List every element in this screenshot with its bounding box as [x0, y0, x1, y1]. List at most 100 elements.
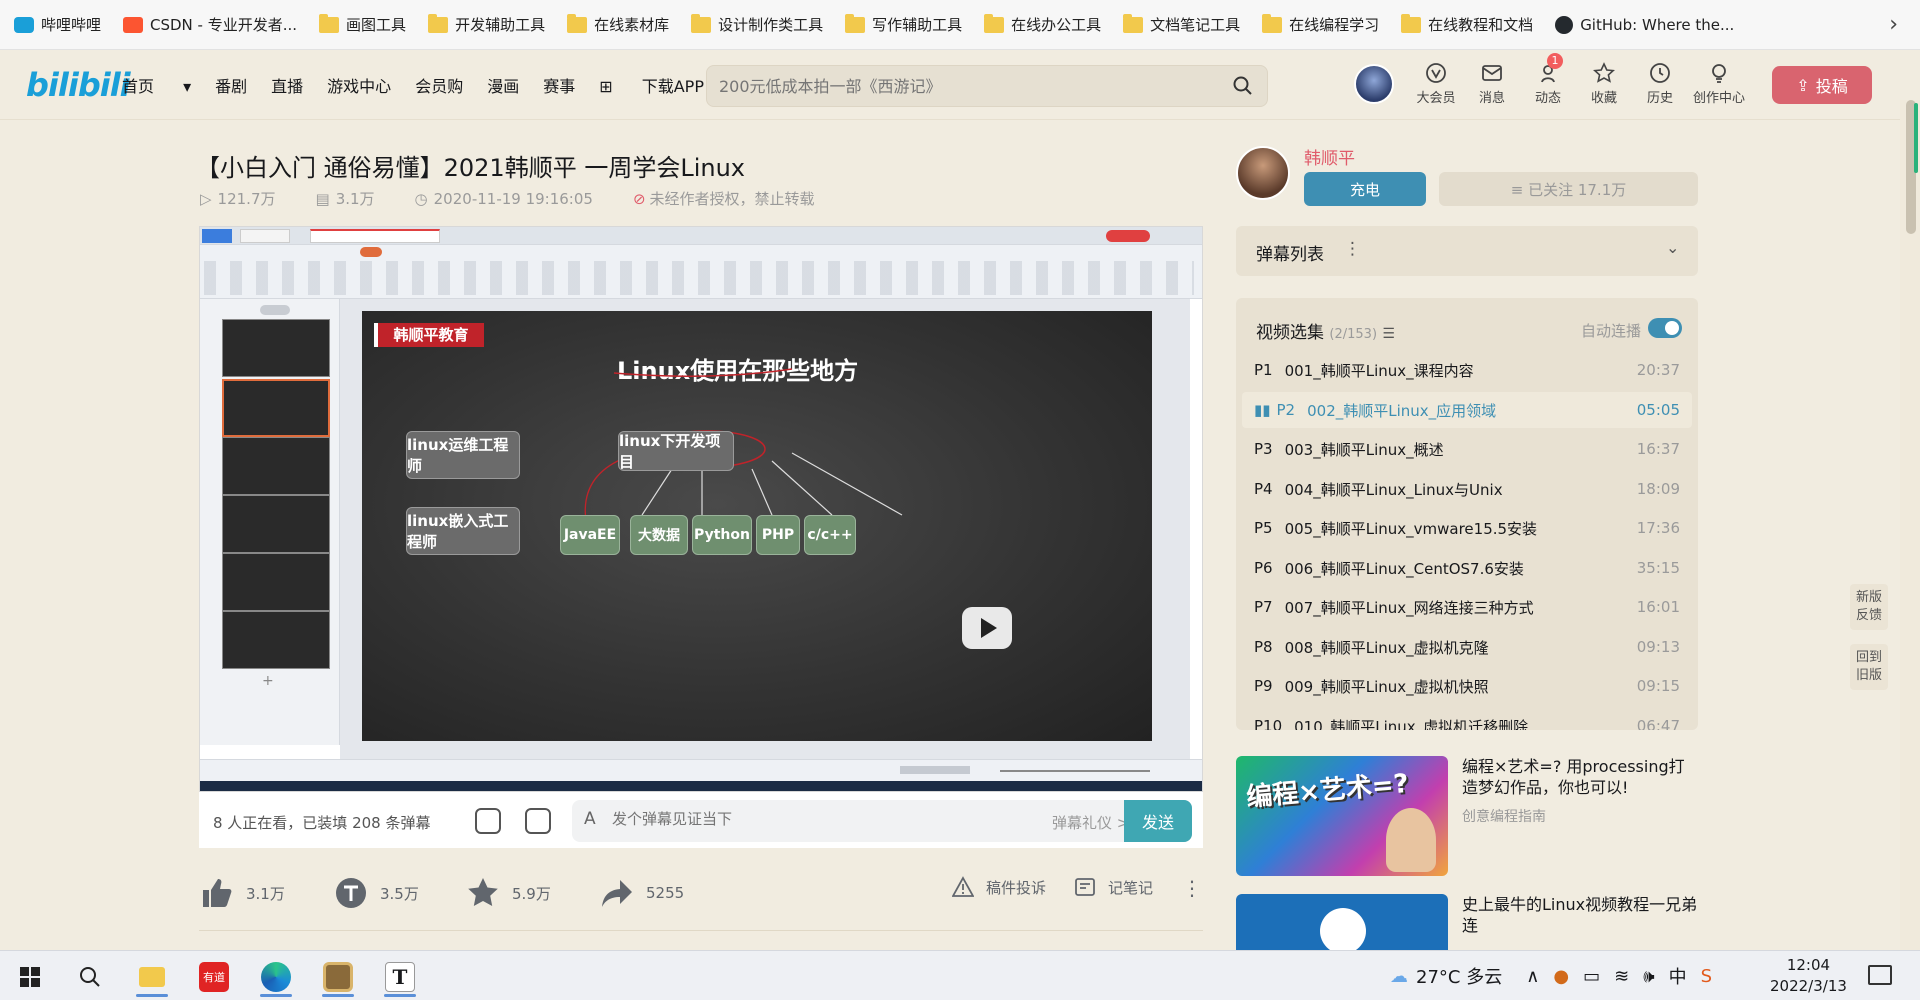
- bookmark-folder[interactable]: 写作辅助工具: [845, 13, 962, 35]
- slide-thumb[interactable]: [222, 319, 330, 377]
- header-vip[interactable]: 大会员: [1414, 62, 1458, 106]
- playlist-item[interactable]: P4 004_韩顺平Linux_Linux与Unix 18:09: [1242, 471, 1692, 507]
- header-dynamic[interactable]: 动态: [1526, 62, 1570, 106]
- nav-match[interactable]: 赛事: [543, 73, 575, 97]
- taskbar-search[interactable]: [68, 957, 112, 997]
- danmaku-input[interactable]: [612, 810, 972, 828]
- playlist-item[interactable]: P9 009_韩顺平Linux_虚拟机快照 09:15: [1242, 668, 1692, 704]
- taskbar-explorer[interactable]: [130, 957, 174, 997]
- bookmark-folder[interactable]: 在线办公工具: [984, 13, 1101, 35]
- share-button[interactable]: 5255: [600, 876, 684, 910]
- playlist-item[interactable]: P6 006_韩顺平Linux_CentOS7.6安装 35:15: [1242, 550, 1692, 586]
- nav-anime[interactable]: 番剧: [215, 73, 247, 97]
- feedback-button[interactable]: 新版反馈: [1850, 584, 1888, 630]
- wifi-icon[interactable]: ≋: [1614, 966, 1629, 987]
- coin-button[interactable]: 3.5万: [334, 876, 419, 910]
- chevron-up-icon[interactable]: ∧: [1526, 966, 1539, 987]
- playlist-item[interactable]: P10 010_韩顺平Linux_虚拟机迁移删除 06:47: [1242, 708, 1692, 730]
- bookmark-csdn[interactable]: CSDN - 专业开发者...: [123, 14, 297, 35]
- font-icon[interactable]: A: [584, 809, 596, 829]
- ime-indicator[interactable]: 中: [1669, 963, 1687, 989]
- recommend-card[interactable]: 史上最牛的Linux视频教程一兄弟连: [1236, 894, 1698, 950]
- header-creator[interactable]: 创作中心: [1690, 62, 1748, 106]
- like-button[interactable]: 3.1万: [200, 876, 285, 910]
- volume-icon[interactable]: 🕪: [1643, 966, 1654, 987]
- notification-icon[interactable]: [1868, 965, 1892, 985]
- note-button[interactable]: 记笔记: [1074, 876, 1153, 898]
- header-history[interactable]: 历史: [1638, 62, 1682, 106]
- search-input[interactable]: [719, 74, 1199, 98]
- autoplay-toggle[interactable]: [1648, 318, 1682, 338]
- nav-live[interactable]: 直播: [271, 73, 303, 97]
- search-icon[interactable]: [1233, 76, 1253, 96]
- more-icon[interactable]: ⋮: [1344, 239, 1361, 259]
- favorite-button[interactable]: 5.9万: [466, 876, 551, 910]
- charge-button[interactable]: 充电: [1304, 172, 1426, 206]
- chevron-down-icon[interactable]: ⌄: [1666, 238, 1679, 257]
- bookmark-folder[interactable]: 在线教程和文档: [1401, 13, 1533, 35]
- taskbar-edge[interactable]: [254, 957, 298, 997]
- playlist-item[interactable]: P1 001_韩顺平Linux_课程内容 20:37: [1242, 352, 1692, 388]
- video-player[interactable]: + 韩顺平教育 Linux使用在那些地方 linux运维工程师 linux嵌入式…: [199, 226, 1203, 792]
- nav-home[interactable]: 首页 ▾: [122, 73, 191, 97]
- bookmark-bilibili[interactable]: 哔哩哔哩: [14, 14, 101, 35]
- slide-thumb-selected[interactable]: [222, 379, 330, 437]
- more-icon[interactable]: ⋮: [1182, 876, 1202, 900]
- bookmark-folder[interactable]: 在线素材库: [567, 13, 669, 35]
- taskbar-app[interactable]: [316, 957, 360, 997]
- old-version-button[interactable]: 回到旧版: [1850, 644, 1888, 690]
- header-message[interactable]: 消息: [1470, 62, 1514, 106]
- slide-thumb[interactable]: [222, 611, 330, 669]
- recommend-card[interactable]: 编程×艺术=? 编程×艺术=? 用processing打造梦幻作品，你也可以! …: [1236, 756, 1698, 876]
- nav-game[interactable]: 游戏中心: [327, 73, 391, 97]
- header-favorite[interactable]: 收藏: [1582, 62, 1626, 106]
- bilibili-logo[interactable]: bilibili: [26, 66, 131, 104]
- playlist-item[interactable]: P3 003_韩顺平Linux_概述 16:37: [1242, 431, 1692, 467]
- bookmark-folder[interactable]: 画图工具: [319, 13, 406, 35]
- view-count: ▷ 121.7万: [200, 189, 276, 209]
- tray-app-icon[interactable]: ●: [1553, 966, 1569, 987]
- chevron-right-icon[interactable]: ›: [1889, 12, 1898, 37]
- slide-thumb[interactable]: [222, 437, 330, 495]
- recommend-author[interactable]: 创意编程指南: [1462, 806, 1546, 826]
- danmaku-icon: ▤: [315, 189, 330, 208]
- windows-icon: [20, 967, 40, 987]
- list-icon[interactable]: ☰: [1382, 326, 1395, 342]
- weather[interactable]: 27°C 多云: [1416, 963, 1502, 989]
- recommend-title[interactable]: 编程×艺术=? 用processing打造梦幻作品，你也可以!: [1462, 756, 1698, 798]
- report-button[interactable]: 稿件投诉: [952, 876, 1046, 898]
- nav-mall[interactable]: 会员购: [415, 73, 463, 97]
- sogou-icon[interactable]: S: [1701, 966, 1712, 987]
- slide-thumb[interactable]: [222, 495, 330, 553]
- bookmark-folder[interactable]: 在线编程学习: [1262, 13, 1379, 35]
- bookmark-folder[interactable]: 设计制作类工具: [691, 13, 823, 35]
- bookmark-folder[interactable]: 文档笔记工具: [1123, 13, 1240, 35]
- upload-button[interactable]: ⇪ 投稿: [1772, 66, 1872, 104]
- nav-comic[interactable]: 漫画: [487, 73, 519, 97]
- recommend-title[interactable]: 史上最牛的Linux视频教程一兄弟连: [1462, 894, 1698, 936]
- page-scrollbar[interactable]: [1900, 100, 1920, 958]
- start-button[interactable]: [8, 957, 52, 997]
- bookmark-folder[interactable]: 开发辅助工具: [428, 13, 545, 35]
- taskbar-typora[interactable]: T: [378, 957, 422, 997]
- playlist-item[interactable]: P5 005_韩顺平Linux_vmware15.5安装 17:36: [1242, 510, 1692, 546]
- add-slide-icon[interactable]: +: [262, 673, 274, 689]
- send-button[interactable]: 发送: [1124, 800, 1192, 842]
- danmaku-settings-icon[interactable]: [525, 808, 551, 834]
- system-clock[interactable]: 12:04 2022/3/13: [1770, 955, 1847, 997]
- slide-thumb[interactable]: [222, 553, 330, 611]
- playlist-item[interactable]: P7 007_韩顺平Linux_网络连接三种方式 16:01: [1242, 589, 1692, 625]
- danmaku-list-panel[interactable]: 弹幕列表 ⋮ ⌄: [1236, 226, 1698, 276]
- battery-icon[interactable]: ▭: [1583, 966, 1600, 987]
- play-icon[interactable]: [962, 607, 1012, 649]
- user-avatar[interactable]: [1354, 64, 1394, 104]
- follow-button[interactable]: ≡ 已关注 17.1万: [1439, 172, 1698, 206]
- uploader-avatar[interactable]: [1236, 146, 1290, 200]
- playlist-item[interactable]: P8 008_韩顺平Linux_虚拟机克隆 09:13: [1242, 629, 1692, 665]
- taskbar-youdao[interactable]: 有道: [192, 957, 236, 997]
- playlist-item-current[interactable]: ▮▮ P2 002_韩顺平Linux_应用领域 05:05: [1242, 392, 1692, 428]
- danmaku-etiquette-link[interactable]: 弹幕礼仪 >: [1052, 812, 1129, 833]
- danmaku-toggle-icon[interactable]: [475, 808, 501, 834]
- uploader-name[interactable]: 韩顺平: [1304, 144, 1355, 169]
- bookmark-github[interactable]: GitHub: Where the...: [1555, 15, 1734, 34]
